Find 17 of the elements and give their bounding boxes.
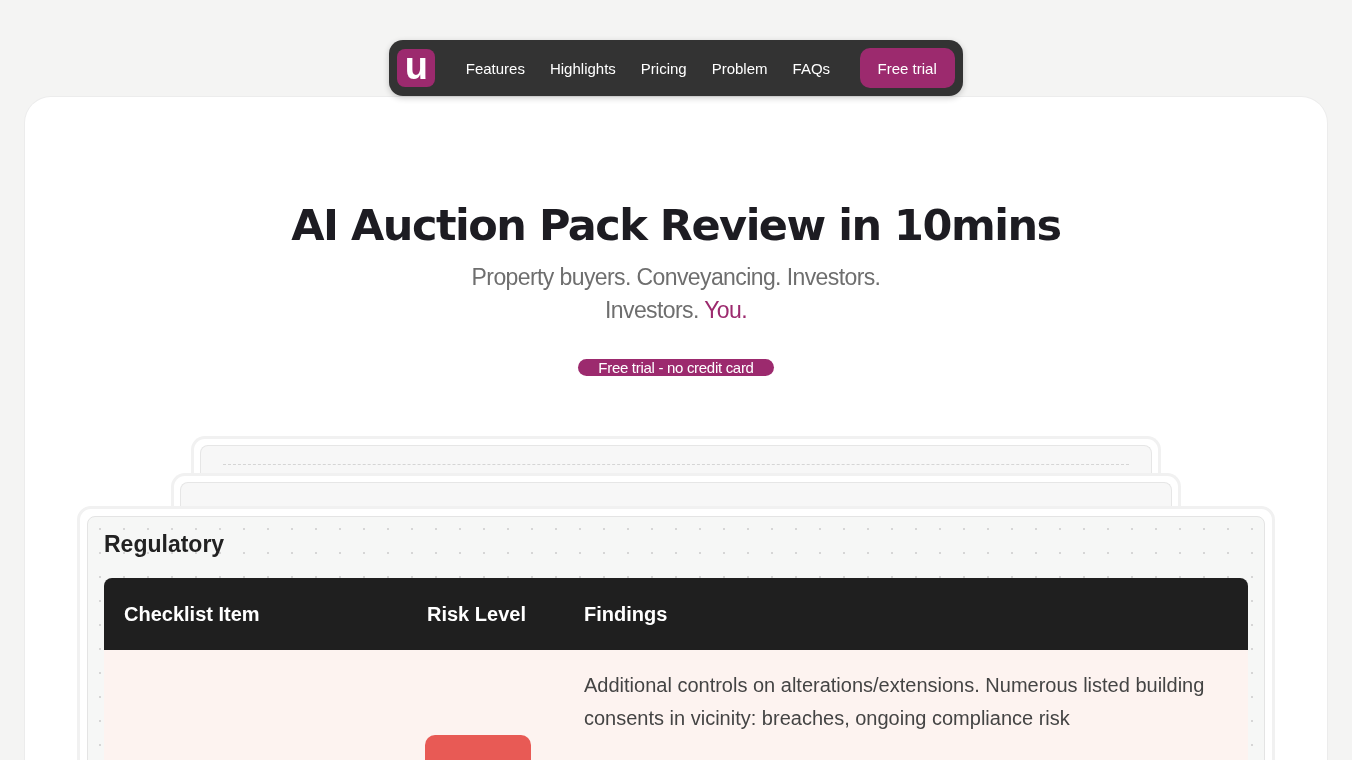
hero-subtitle: Property buyers. Conveyancing. Investors.: [471, 263, 881, 292]
column-header: Checklist Item: [104, 578, 407, 650]
free-trial-button[interactable]: Free trial - no credit card: [578, 359, 774, 376]
nav-link[interactable]: Highlights: [537, 59, 629, 77]
section-title: Regulatory: [104, 531, 226, 558]
column-header: Findings: [564, 578, 1248, 650]
free-trial-button[interactable]: Free trial: [859, 48, 955, 88]
nav-link[interactable]: Features: [453, 59, 538, 77]
logo[interactable]: u: [397, 49, 436, 87]
nav-link[interactable]: Problem: [699, 59, 781, 77]
column-header: Risk Level: [407, 578, 564, 650]
hero-accent: You.: [704, 297, 747, 323]
hero-title: AI Auction Pack Review in 10mins: [291, 199, 1061, 252]
nav-link[interactable]: FAQs: [780, 59, 843, 77]
findings-cell: Additional controls on alterations/extensions. Numerous listed building consents in vicinity: breaches, ongoing compliance risk: [564, 650, 1248, 760]
hero-subtitle: Investors.: [605, 297, 699, 323]
nav-link[interactable]: Pricing: [628, 59, 700, 77]
